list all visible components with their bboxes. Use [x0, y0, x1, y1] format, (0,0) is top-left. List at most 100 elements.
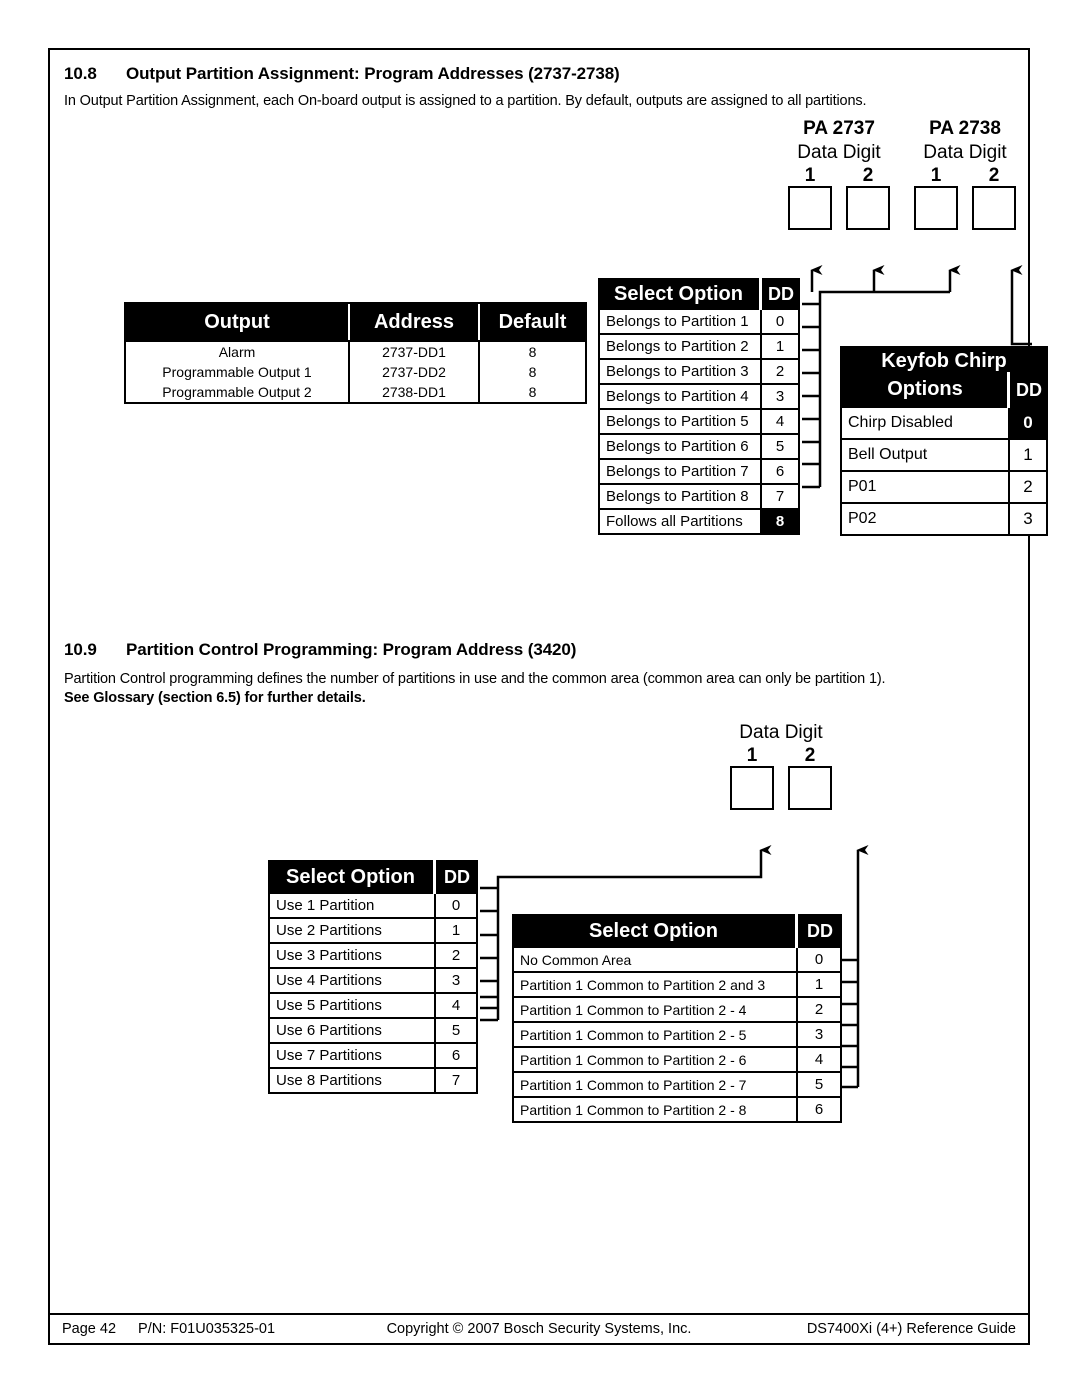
option-label: Use 8 Partitions [276, 1072, 382, 1089]
keyfob-chirp-title-line1: Keyfob Chirp [881, 350, 1007, 372]
section-10-8-title: Output Partition Assignment: Program Add… [126, 64, 620, 83]
pa-2738-digit-1-box[interactable] [914, 186, 958, 230]
option-dd: 0 [760, 310, 798, 333]
list-item[interactable]: Partition 1 Common to Partition 2 - 7 5 [512, 1073, 842, 1098]
output-address-default-table: Output Address Default Alarm 2737-DD1 8 … [124, 302, 587, 404]
list-item[interactable]: Use 4 Partitions 3 [268, 969, 478, 994]
list-item[interactable]: P01 2 [840, 472, 1048, 504]
pa-2738-digit-1: 1 [914, 166, 958, 230]
option-dd: 1 [434, 919, 476, 942]
list-item[interactable]: Use 2 Partitions 1 [268, 919, 478, 944]
table-row: Programmable Output 1 2737-DD2 8 [126, 362, 585, 382]
option-label: Use 1 Partition [276, 897, 375, 914]
option-dd: 5 [796, 1073, 840, 1096]
pa-3420-digit-2: 2 [788, 746, 832, 810]
option-dd: 2 [760, 360, 798, 383]
option-label: Use 2 Partitions [276, 922, 382, 939]
list-item[interactable]: Belongs to Partition 8 7 [598, 485, 800, 510]
list-item[interactable]: Follows all Partitions 8 [598, 510, 800, 535]
pa-2738-subtitle: Data Digit [923, 142, 1007, 163]
footer-guide-title: DS7400Xi (4+) Reference Guide [806, 1321, 1016, 1337]
list-item[interactable]: P02 3 [840, 504, 1048, 536]
option-label: Use 5 Partitions [276, 997, 382, 1014]
option-dd: 2 [796, 998, 840, 1021]
default-cell: 8 [528, 384, 537, 400]
pa-3420-digit-1-box[interactable] [730, 766, 774, 810]
address-cell: 2737-DD1 [350, 342, 480, 362]
list-item[interactable]: Belongs to Partition 4 3 [598, 385, 800, 410]
list-item[interactable]: Partition 1 Common to Partition 2 - 6 4 [512, 1048, 842, 1073]
option-dd: 4 [434, 994, 476, 1017]
section-10-9-title: Partition Control Programming: Program A… [126, 640, 577, 659]
list-item[interactable]: Use 5 Partitions 4 [268, 994, 478, 1019]
option-label: Partition 1 Common to Partition 2 - 8 [520, 1101, 747, 1118]
option-label: Belongs to Partition 7 [606, 463, 749, 480]
list-item[interactable]: Use 7 Partitions 6 [268, 1044, 478, 1069]
select-option-common-area-table: Select Option DD No Common Area 0 Partit… [512, 914, 842, 1123]
list-item[interactable]: Use 6 Partitions 5 [268, 1019, 478, 1044]
option-dd: 3 [1008, 504, 1046, 534]
list-item[interactable]: Partition 1 Common to Partition 2 - 4 2 [512, 998, 842, 1023]
pa-2737-title: PA 2737 [803, 118, 875, 139]
output-table-header-output: Output [126, 304, 350, 340]
section-10-9-intro-bold: See Glossary (section 6.5) for further d… [64, 690, 366, 706]
pa-2737-digit-1-box[interactable] [788, 186, 832, 230]
option-label: Partition 1 Common to Partition 2 - 7 [520, 1076, 747, 1093]
section-10-8-heading: 10.8 Output Partition Assignment: Program… [64, 64, 620, 84]
option-label: Partition 1 Common to Partition 2 - 6 [520, 1051, 747, 1068]
pa-2738-digit-2-box[interactable] [972, 186, 1016, 230]
list-item[interactable]: Use 3 Partitions 2 [268, 944, 478, 969]
select-option-partition-header-dd: DD [759, 278, 800, 310]
keyfob-chirp-header: Keyfob Chirp Options DD [840, 346, 1048, 408]
table-row: Programmable Output 2 2738-DD1 8 [126, 382, 585, 402]
pa-3420-digit-2-box[interactable] [788, 766, 832, 810]
option-label: Follows all Partitions [606, 513, 743, 530]
page-footer: Page 42 P/N: F01U035325-01 Copyright © 20… [50, 1313, 1028, 1343]
list-item[interactable]: Belongs to Partition 3 2 [598, 360, 800, 385]
keyfob-chirp-title-line2: Options [887, 378, 963, 400]
pa-2738-title: PA 2738 [929, 118, 1001, 139]
list-item[interactable]: Partition 1 Common to Partition 2 - 5 3 [512, 1023, 842, 1048]
option-dd-default: 0 [1008, 408, 1046, 438]
list-item[interactable]: Belongs to Partition 2 1 [598, 335, 800, 360]
default-cell: 8 [528, 364, 537, 380]
select-option-partition-header-label: Select Option [614, 282, 743, 305]
list-item[interactable]: Belongs to Partition 7 6 [598, 460, 800, 485]
output-table-body: Alarm 2737-DD1 8 Programmable Output 1 2… [126, 340, 585, 402]
list-item[interactable]: Use 1 Partition 0 [268, 894, 478, 919]
address-cell: 2737-DD2 [350, 362, 480, 382]
option-dd: 1 [796, 973, 840, 996]
list-item[interactable]: Partition 1 Common to Partition 2 and 3 … [512, 973, 842, 998]
option-dd: 6 [796, 1098, 840, 1121]
list-item[interactable]: Use 8 Partitions 7 [268, 1069, 478, 1094]
option-label: P02 [848, 510, 877, 527]
option-label: Partition 1 Common to Partition 2 and 3 [520, 976, 766, 993]
option-label: Partition 1 Common to Partition 2 - 5 [520, 1026, 747, 1043]
pa-group-3420: Data Digit 1 2 [730, 720, 832, 810]
pa-2737-digit-2-box[interactable] [846, 186, 890, 230]
select-option-partition-table: Select Option DD Belongs to Partition 1 … [598, 278, 800, 535]
option-dd: 0 [434, 894, 476, 917]
pa-2737-digit-2-label: 2 [862, 165, 874, 186]
output-cell: Alarm [126, 342, 350, 362]
option-label: Partition 1 Common to Partition 2 - 4 [520, 1001, 747, 1018]
pa-2737-digit-1-label: 1 [804, 165, 816, 186]
list-item[interactable]: Bell Output 1 [840, 440, 1048, 472]
output-cell: Programmable Output 2 [126, 382, 350, 402]
list-item[interactable]: Chirp Disabled 0 [840, 408, 1048, 440]
pa-group-2737: PA 2737 Data Digit 1 2 [788, 118, 890, 230]
select-option-use-partitions-header-dd: DD [433, 860, 478, 894]
list-item[interactable]: Belongs to Partition 5 4 [598, 410, 800, 435]
list-item[interactable]: Belongs to Partition 1 0 [598, 310, 800, 335]
option-dd: 3 [760, 385, 798, 408]
select-option-use-partitions-header-label: Select Option [286, 865, 415, 888]
option-dd: 0 [796, 948, 840, 971]
list-item[interactable]: Belongs to Partition 6 5 [598, 435, 800, 460]
option-label: Use 3 Partitions [276, 947, 382, 964]
list-item[interactable]: No Common Area 0 [512, 948, 842, 973]
pa-2737-subtitle: Data Digit [797, 142, 881, 163]
option-dd: 1 [1008, 440, 1046, 470]
address-cell: 2738-DD1 [350, 382, 480, 402]
list-item[interactable]: Partition 1 Common to Partition 2 - 8 6 [512, 1098, 842, 1123]
pa-3420-digit-1: 1 [730, 746, 774, 810]
